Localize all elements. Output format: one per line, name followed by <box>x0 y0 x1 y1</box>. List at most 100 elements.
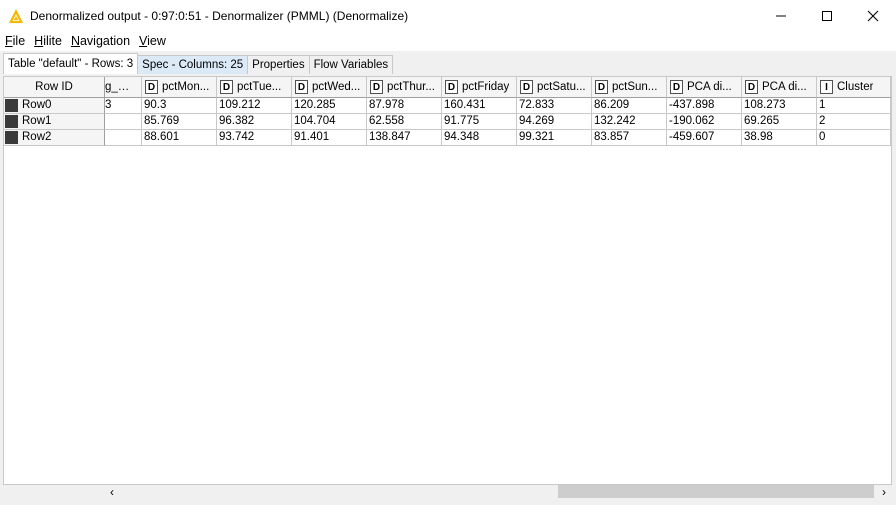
tab-bar: Table "default" - Rows: 3 Spec - Columns… <box>0 53 896 74</box>
column-header[interactable]: DpctSatu... <box>517 77 592 98</box>
column-header-label: pctFriday <box>462 81 510 93</box>
column-header-label: PCA di... <box>687 81 732 93</box>
tab-table[interactable]: Table "default" - Rows: 3 <box>3 53 139 74</box>
table-cell[interactable]: 94.269 <box>517 114 592 130</box>
table-cell[interactable]: 120.285 <box>292 98 367 114</box>
column-header-label: Cluster <box>837 81 874 93</box>
table-cell[interactable]: 90.3 <box>142 98 217 114</box>
column-header-label: pctSatu... <box>537 81 586 93</box>
row-id-header[interactable]: Row ID <box>4 77 105 98</box>
scroll-left-arrow-icon[interactable]: ‹ <box>104 485 120 499</box>
scrollbar-thumb[interactable] <box>558 485 874 498</box>
table-cell[interactable]: 83.857 <box>592 130 667 146</box>
close-icon <box>867 10 879 21</box>
integer-type-icon: I <box>820 80 833 94</box>
tab-flow-variables[interactable]: Flow Variables <box>308 55 394 74</box>
close-button[interactable] <box>850 0 896 31</box>
column-header[interactable]: DpctTue... <box>217 77 292 98</box>
double-type-icon: D <box>595 80 608 94</box>
table-cell[interactable]: 62.558 <box>367 114 442 130</box>
column-header[interactable]: DpctFriday <box>442 77 517 98</box>
column-header[interactable]: DpctSun... <box>592 77 667 98</box>
column-header-label: pctThur... <box>387 81 435 93</box>
table-cell[interactable]: 88.601 <box>142 130 217 146</box>
table-cell[interactable]: 85.769 <box>142 114 217 130</box>
table-cell[interactable]: 96.382 <box>217 114 292 130</box>
table-cell[interactable]: 3 <box>105 98 142 114</box>
tab-spec[interactable]: Spec - Columns: 25 <box>137 55 249 74</box>
column-header[interactable]: D PCA di... <box>742 77 817 98</box>
window-controls <box>758 0 896 31</box>
table-cell[interactable]: -459.607 <box>667 130 742 146</box>
column-header-label: pctSun... <box>612 81 658 93</box>
table-cell[interactable]: 91.401 <box>292 130 367 146</box>
row-marker-icon <box>5 99 18 112</box>
data-table: Row IDg_WEDpctMon...DpctTue...DpctWed...… <box>3 76 892 485</box>
double-type-icon: D <box>145 80 158 94</box>
row-id-label: Row0 <box>22 99 52 111</box>
row-id-cell[interactable]: Row0 <box>4 98 105 114</box>
table-cell[interactable]: 1 <box>817 98 891 114</box>
menu-view[interactable]: View <box>134 34 170 48</box>
table-cell[interactable]: 109.212 <box>217 98 292 114</box>
column-header-label: g_WE <box>105 81 131 93</box>
column-header[interactable]: I Cluster <box>817 77 891 98</box>
table-cell[interactable]: 138.847 <box>367 130 442 146</box>
menu-hilite[interactable]: Hilite <box>29 34 66 48</box>
row-marker-icon <box>5 131 18 144</box>
minimize-button[interactable] <box>758 0 804 31</box>
table-cell[interactable]: -190.062 <box>667 114 742 130</box>
table-cell[interactable]: 94.348 <box>442 130 517 146</box>
column-header-partial[interactable]: g_WE <box>105 77 142 98</box>
double-type-icon: D <box>670 80 683 94</box>
table-cell[interactable]: 69.265 <box>742 114 817 130</box>
double-type-icon: D <box>445 80 458 94</box>
column-header[interactable]: D PCA di... <box>667 77 742 98</box>
tab-properties[interactable]: Properties <box>247 55 310 74</box>
double-type-icon: D <box>295 80 308 94</box>
column-header[interactable]: DpctWed... <box>292 77 367 98</box>
row-id-cell[interactable]: Row1 <box>4 114 105 130</box>
column-header[interactable]: DpctThur... <box>367 77 442 98</box>
table-cell[interactable]: 0 <box>817 130 891 146</box>
column-header[interactable]: DpctMon... <box>142 77 217 98</box>
table-cell[interactable]: 160.431 <box>442 98 517 114</box>
table-cell[interactable]: -437.898 <box>667 98 742 114</box>
table-cell[interactable]: 2 <box>817 114 891 130</box>
horizontal-scrollbar[interactable]: ‹ › <box>104 485 892 499</box>
table-cell[interactable]: 99.321 <box>517 130 592 146</box>
column-header-label: pctMon... <box>162 81 210 93</box>
minimize-icon <box>776 15 786 16</box>
table-cell[interactable]: 132.242 <box>592 114 667 130</box>
row-id-cell[interactable]: Row2 <box>4 130 105 146</box>
table-cell[interactable]: 72.833 <box>517 98 592 114</box>
column-header-label: PCA di... <box>762 81 807 93</box>
menu-file[interactable]: File <box>0 34 29 48</box>
table-cell[interactable]: 91.775 <box>442 114 517 130</box>
table-cell[interactable]: 93.742 <box>217 130 292 146</box>
table-cell[interactable]: 86.209 <box>592 98 667 114</box>
scroll-right-arrow-icon[interactable]: › <box>876 485 892 499</box>
title-bar: Denormalized output - 0:97:0:51 - Denorm… <box>0 0 896 31</box>
maximize-button[interactable] <box>804 0 850 31</box>
row-id-header-label: Row ID <box>35 81 73 93</box>
column-header-label: pctWed... <box>312 81 361 93</box>
double-type-icon: D <box>520 80 533 94</box>
double-type-icon: D <box>220 80 233 94</box>
menu-navigation[interactable]: Navigation <box>66 34 134 48</box>
table-cell[interactable] <box>105 114 142 130</box>
column-header-label: pctTue... <box>237 81 282 93</box>
window-title: Denormalized output - 0:97:0:51 - Denorm… <box>30 8 409 23</box>
table-cell[interactable]: 108.273 <box>742 98 817 114</box>
menu-bar: File Hilite Navigation View <box>0 31 896 51</box>
maximize-icon <box>822 10 832 21</box>
double-type-icon: D <box>745 80 758 94</box>
table-cell[interactable]: 87.978 <box>367 98 442 114</box>
table-cell[interactable]: 104.704 <box>292 114 367 130</box>
row-id-label: Row2 <box>22 131 52 143</box>
row-marker-icon <box>5 115 18 128</box>
knime-warning-triangle-icon <box>9 8 23 23</box>
table-cell[interactable]: 38.98 <box>742 130 817 146</box>
table-cell[interactable] <box>105 130 142 146</box>
row-id-label: Row1 <box>22 115 52 127</box>
